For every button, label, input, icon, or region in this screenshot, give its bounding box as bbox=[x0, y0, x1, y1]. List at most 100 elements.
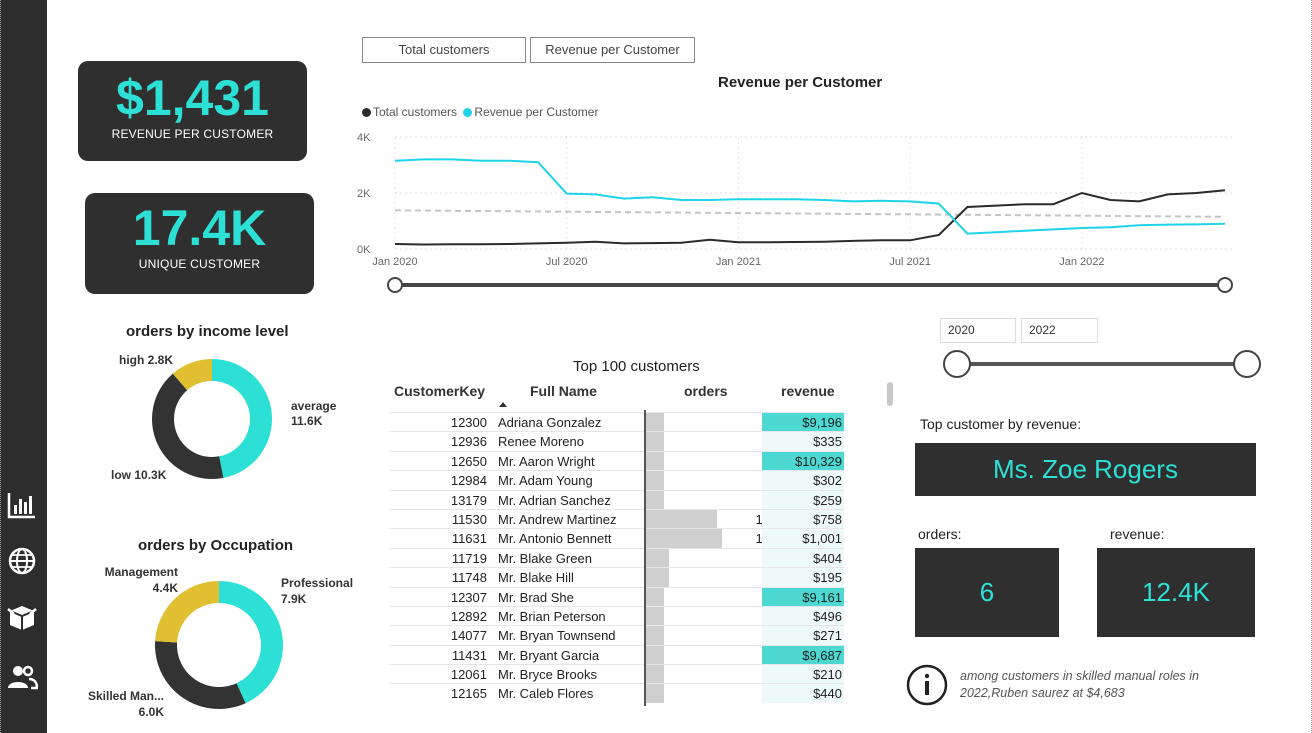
table-row[interactable]: 12892Mr. Brian Peterson4$496 bbox=[389, 605, 844, 626]
table-row[interactable]: 11719Mr. Blake Green5$404 bbox=[389, 547, 844, 568]
donut-slice-professional[interactable] bbox=[219, 581, 283, 704]
orders-bar bbox=[645, 645, 664, 665]
column-header-revenue[interactable]: revenue bbox=[781, 383, 835, 399]
table-row[interactable]: 13179Mr. Adrian Sanchez4$259 bbox=[389, 489, 844, 510]
info-icon bbox=[906, 664, 948, 706]
chart-date-slider-end-handle[interactable] bbox=[1217, 277, 1233, 293]
cell-revenue: $9,196 bbox=[802, 415, 842, 430]
toggle-total-customers-button[interactable]: Total customers bbox=[362, 37, 526, 63]
table-row[interactable]: 14077Mr. Bryan Townsend4$271 bbox=[389, 625, 844, 646]
table-row[interactable]: 11631Mr. Antonio Bennett16$1,001 bbox=[389, 528, 844, 549]
orders-bar bbox=[645, 684, 664, 704]
cell-full-name: Mr. Aaron Wright bbox=[498, 453, 595, 469]
cell-full-name: Mr. Bryan Townsend bbox=[498, 628, 616, 644]
revenue-cell-bg: $195 bbox=[762, 568, 844, 588]
kpi-value: $1,431 bbox=[116, 70, 269, 126]
x-tick-label: Jan 2022 bbox=[1059, 256, 1104, 268]
column-header-full-name[interactable]: Full Name bbox=[530, 383, 597, 399]
revenue-cell-bg: $302 bbox=[762, 471, 844, 491]
y-tick-label: 4K bbox=[357, 132, 371, 144]
cell-revenue: $758 bbox=[813, 511, 842, 527]
legend-label-total-customers: Total customers bbox=[373, 105, 458, 119]
series-line-total-customers[interactable] bbox=[394, 189, 1226, 246]
table-row[interactable]: 12650Mr. Aaron Wright4$10,329 bbox=[389, 450, 844, 471]
income-label-high: high 2.8K bbox=[119, 353, 173, 367]
line-chart-title: Revenue per Customer bbox=[718, 74, 883, 91]
orders-bar bbox=[645, 587, 664, 607]
cell-full-name: Mr. Adrian Sanchez bbox=[498, 492, 611, 508]
orders-bar bbox=[645, 490, 664, 510]
kpi-label: UNIQUE CUSTOMER bbox=[138, 257, 261, 271]
orders-bar-axis bbox=[644, 410, 646, 706]
revenue-cell-bg: $9,687 bbox=[762, 645, 844, 665]
table-row[interactable]: 12061Mr. Bryce Brooks4$210 bbox=[389, 664, 844, 685]
table-row[interactable]: 12936Renee Moreno4$335 bbox=[389, 431, 844, 452]
date-range-slider-start-handle[interactable] bbox=[943, 350, 971, 378]
cell-customerkey: 11431 bbox=[451, 647, 487, 663]
sort-ascending-icon bbox=[499, 402, 507, 407]
column-header-orders[interactable]: orders bbox=[684, 383, 728, 399]
table-row[interactable]: 11748Mr. Blake Hill5$195 bbox=[389, 567, 844, 588]
table-row[interactable]: 12984Mr. Adam Young4$302 bbox=[389, 470, 844, 491]
income-label-low: low 10.3K bbox=[111, 468, 166, 482]
occupation-donut-chart[interactable] bbox=[152, 578, 286, 712]
series-line-revenue-per-customer[interactable] bbox=[394, 158, 1226, 235]
slice-value: 7.9K bbox=[281, 592, 307, 606]
donut-slice-skilled-man[interactable] bbox=[155, 641, 246, 709]
slice-name: low bbox=[111, 468, 131, 482]
y-tick-label: 0K bbox=[357, 244, 371, 256]
date-range-start-input[interactable]: 2020 bbox=[940, 318, 1016, 343]
kpi-value: 17.4K bbox=[132, 200, 267, 256]
cell-revenue: $195 bbox=[813, 570, 842, 586]
cell-customerkey: 12650 bbox=[450, 453, 487, 469]
table-row[interactable]: 12165Mr. Caleb Flores4$440 bbox=[389, 683, 844, 704]
slice-value: 2.8K bbox=[147, 353, 174, 367]
cell-full-name: Mr. Antonio Bennett bbox=[498, 531, 612, 547]
revenue-label: revenue: bbox=[1110, 526, 1165, 542]
x-tick-label: Jul 2021 bbox=[889, 256, 931, 268]
cell-full-name: Mr. Blake Hill bbox=[498, 570, 574, 586]
cell-full-name: Mr. Andrew Martinez bbox=[498, 511, 617, 527]
users-icon[interactable] bbox=[6, 661, 39, 693]
date-range-slider-end-handle[interactable] bbox=[1233, 350, 1261, 378]
revenue-cell-bg: $9,161 bbox=[762, 587, 844, 607]
donut-slice-average[interactable] bbox=[212, 359, 273, 478]
table-scrollbar[interactable] bbox=[887, 382, 893, 406]
line-chart[interactable]: 4K 2K 0KJan 2020 Jul 2020 Jan 2021 Jul 2021 Ja… bbox=[355, 125, 1245, 273]
income-donut-chart[interactable] bbox=[150, 357, 274, 481]
cell-full-name: Mr. Brad She bbox=[498, 589, 574, 605]
date-range-slider-track[interactable] bbox=[957, 362, 1247, 366]
revenue-cell-bg: $440 bbox=[762, 684, 844, 704]
cell-revenue: $10,329 bbox=[795, 453, 842, 469]
orders-bar bbox=[645, 626, 664, 646]
cell-revenue: $335 bbox=[813, 434, 842, 450]
cell-revenue: $271 bbox=[813, 628, 842, 644]
table-row[interactable]: 11530Mr. Andrew Martinez15$758 bbox=[389, 508, 844, 529]
cell-customerkey: 12165 bbox=[450, 686, 487, 702]
toggle-revenue-per-customer-button[interactable]: Revenue per Customer bbox=[530, 37, 695, 63]
table-row[interactable]: 11431Mr. Bryant Garcia4$9,687 bbox=[389, 644, 844, 665]
top-customer-revenue-value: 12.4K bbox=[1097, 548, 1255, 637]
cell-revenue: $496 bbox=[813, 608, 842, 624]
revenue-cell-bg: $210 bbox=[762, 665, 844, 685]
column-header-customerkey[interactable]: CustomerKey bbox=[394, 383, 485, 399]
cell-full-name: Mr. Blake Green bbox=[498, 550, 592, 566]
orders-bar bbox=[645, 548, 669, 568]
revenue-cell-bg: $10,329 bbox=[762, 451, 844, 471]
y-tick-label: 2K bbox=[357, 188, 371, 200]
orders-bar bbox=[645, 413, 664, 432]
table-row[interactable]: 12307Mr. Brad She4$9,161 bbox=[389, 586, 844, 607]
chart-date-slider-start-handle[interactable] bbox=[387, 277, 403, 293]
slice-name: Professional bbox=[281, 576, 354, 590]
chart-date-slider-track[interactable] bbox=[398, 283, 1226, 287]
date-range-end-input[interactable]: 2022 bbox=[1021, 318, 1098, 343]
line-chart-legend[interactable]: Total customers Revenue per Customer bbox=[362, 105, 598, 119]
cell-customerkey: 13179 bbox=[450, 492, 487, 508]
slice-value: 11.6K bbox=[291, 414, 323, 428]
bar-chart-icon[interactable] bbox=[6, 489, 38, 521]
occupation-label-skilled-manual: Skilled Man... 6.0K bbox=[84, 688, 164, 720]
box-icon[interactable] bbox=[6, 601, 38, 633]
globe-icon[interactable] bbox=[6, 545, 38, 577]
table-row[interactable]: 12300Adriana Gonzalez4$9,196 bbox=[389, 412, 844, 432]
income-donut-title: orders by income level bbox=[126, 323, 289, 340]
